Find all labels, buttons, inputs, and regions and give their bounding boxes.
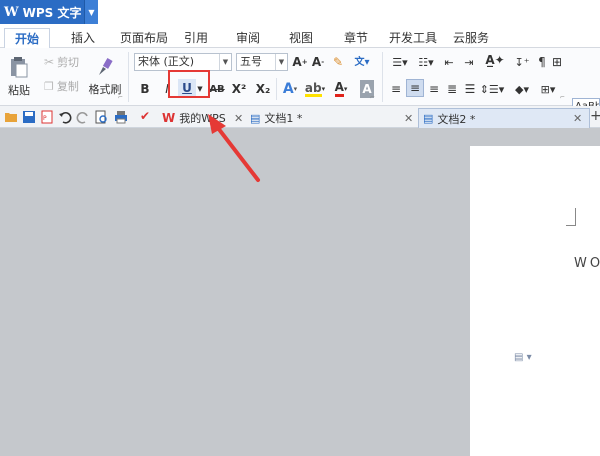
distribute-button[interactable]: ☰ xyxy=(462,80,478,98)
document-page[interactable] xyxy=(470,146,600,456)
app-menu-button[interactable]: W WPS 文字 ▼ xyxy=(0,0,98,24)
copy-icon: ❐ xyxy=(44,79,54,93)
page-margin-mark xyxy=(566,208,576,226)
title-bar: W WPS 文字 ▼ xyxy=(0,0,600,26)
wps-logo-icon: W xyxy=(162,111,176,125)
cut-button[interactable]: ✂ 剪切 xyxy=(44,54,79,70)
phonetic-guide-button[interactable]: 文▾ xyxy=(350,51,374,69)
save-icon[interactable] xyxy=(22,110,36,124)
font-color-button[interactable]: A ▾ xyxy=(330,80,352,98)
align-right-button[interactable]: ≡ xyxy=(426,80,442,98)
tab-cloud[interactable]: 云服务 xyxy=(448,28,494,48)
tab-label: 文档2 * xyxy=(437,112,476,126)
highlight-button[interactable]: ab ▾ xyxy=(304,80,326,98)
wps-logo-icon: W xyxy=(4,4,19,20)
subscript-button[interactable]: X₂ xyxy=(254,80,272,98)
chevron-down-icon: ▼ xyxy=(275,54,287,70)
svg-text:P: P xyxy=(43,115,47,122)
line-spacing-button[interactable]: ⇕☰▾ xyxy=(480,80,505,98)
document-icon: ▤ xyxy=(250,111,261,125)
clear-format-icon[interactable]: ✎ xyxy=(330,53,346,71)
export-pdf-icon[interactable]: P xyxy=(40,110,54,124)
scissors-icon: ✂ xyxy=(44,55,55,69)
align-left-button[interactable]: ≡ xyxy=(388,80,404,98)
tab-developer[interactable]: 开发工具 xyxy=(386,28,440,48)
folder-open-icon[interactable] xyxy=(4,110,18,124)
chevron-down-icon: ▼ xyxy=(219,54,231,70)
table-grid-icon[interactable]: ⊞ xyxy=(550,53,564,71)
quick-access-toolbar: P ✔ W 我的WPS ✕ ▤ 文档1 * ✕ ▤ 文档2 * ✕ + xyxy=(0,106,600,128)
format-painter-label: 格式刷 xyxy=(88,83,122,96)
chevron-down-icon[interactable]: ▼ xyxy=(84,0,98,24)
group-expand-icon[interactable]: ⌐ xyxy=(560,94,565,101)
brush-icon xyxy=(99,58,113,75)
paste-button[interactable]: 粘贴 xyxy=(6,52,32,102)
increase-indent-button[interactable]: ⇥ xyxy=(460,53,478,71)
ribbon-tabs: 开始 插入 页面布局 引用 审阅 视图 章节 开发工具 云服务 xyxy=(0,26,600,48)
print-preview-icon[interactable] xyxy=(94,110,108,124)
tab-document-1[interactable]: ▤ 文档1 * ✕ xyxy=(250,108,416,128)
undo-icon[interactable] xyxy=(58,110,72,124)
shrink-font-button[interactable]: A- xyxy=(310,53,326,71)
group-expand-icon[interactable]: ⌐ xyxy=(118,94,123,101)
close-icon[interactable]: ✕ xyxy=(404,112,413,125)
copy-label: 复制 xyxy=(56,80,79,93)
tab-references[interactable]: 引用 xyxy=(178,28,214,48)
font-family-value: 宋体 (正文) xyxy=(138,55,195,68)
bullet-list-button[interactable]: ☰▾ xyxy=(388,53,412,71)
superscript-button[interactable]: X² xyxy=(230,80,248,98)
justify-button[interactable]: ≣ xyxy=(444,80,460,98)
customize-toolbar-icon[interactable]: ✔ xyxy=(140,109,154,123)
paste-label: 粘贴 xyxy=(8,84,30,97)
decrease-indent-button[interactable]: ⇤ xyxy=(440,53,458,71)
text-effect-button[interactable]: A ▾ xyxy=(280,80,300,98)
tab-label: 文档1 * xyxy=(264,112,303,125)
grow-font-button[interactable]: A + xyxy=(292,53,308,71)
app-title: WPS 文字 xyxy=(22,5,82,20)
document-icon: ▤ xyxy=(423,112,434,125)
bold-button[interactable]: B xyxy=(138,80,152,98)
sort-button[interactable]: ↧⁺ xyxy=(512,53,532,71)
font-size-value: 五号 xyxy=(240,55,262,68)
font-size-select[interactable]: 五号 ▼ xyxy=(236,53,288,71)
clipboard-icon xyxy=(11,57,28,78)
close-icon[interactable]: ✕ xyxy=(573,112,582,125)
copy-button[interactable]: ❐ 复制 xyxy=(44,78,79,94)
tab-section[interactable]: 章节 xyxy=(338,28,374,48)
tab-label: 我的WPS xyxy=(179,112,226,125)
show-marks-button[interactable]: ¶ xyxy=(534,53,550,71)
numbered-list-button[interactable]: ☷▾ xyxy=(414,53,438,71)
float-document-icon[interactable]: ▤ ▾ xyxy=(514,352,532,363)
print-icon[interactable] xyxy=(114,110,128,124)
tab-home[interactable]: 开始 xyxy=(4,28,50,48)
new-tab-button[interactable]: + xyxy=(590,108,600,124)
font-family-select[interactable]: 宋体 (正文) ▼ xyxy=(134,53,232,71)
divider xyxy=(128,52,129,102)
close-icon[interactable]: ✕ xyxy=(234,112,243,125)
shading-fill-button[interactable]: ◆▾ xyxy=(510,80,534,98)
tab-page-layout[interactable]: 页面布局 xyxy=(114,28,174,48)
tab-insert[interactable]: 插入 xyxy=(62,28,104,48)
divider xyxy=(382,52,383,102)
cut-label: 剪切 xyxy=(57,56,80,69)
tab-review[interactable]: 审阅 xyxy=(230,28,266,48)
group-expand-icon[interactable]: ⌐ xyxy=(370,94,375,101)
document-text[interactable]: WO xyxy=(574,256,600,271)
chinese-layout-button[interactable]: A̲✦ xyxy=(482,51,508,69)
align-center-button[interactable]: ≡ xyxy=(406,79,424,97)
tab-my-wps[interactable]: W 我的WPS ✕ xyxy=(162,108,246,128)
tab-document-2[interactable]: ▤ 文档2 * ✕ xyxy=(418,108,590,128)
tab-view[interactable]: 视图 xyxy=(283,28,319,48)
ribbon-home: 粘贴 ✂ 剪切 ❐ 复制 格式刷 ⌐ 宋体 (正文) ▼ 五号 ▼ A + A- … xyxy=(0,48,600,144)
format-painter-button[interactable]: 格式刷 xyxy=(88,52,122,102)
divider xyxy=(276,78,277,100)
borders-button[interactable]: ⊞▾ xyxy=(536,80,560,98)
redo-icon[interactable] xyxy=(76,110,90,124)
annotation-highlight-box xyxy=(168,70,210,98)
